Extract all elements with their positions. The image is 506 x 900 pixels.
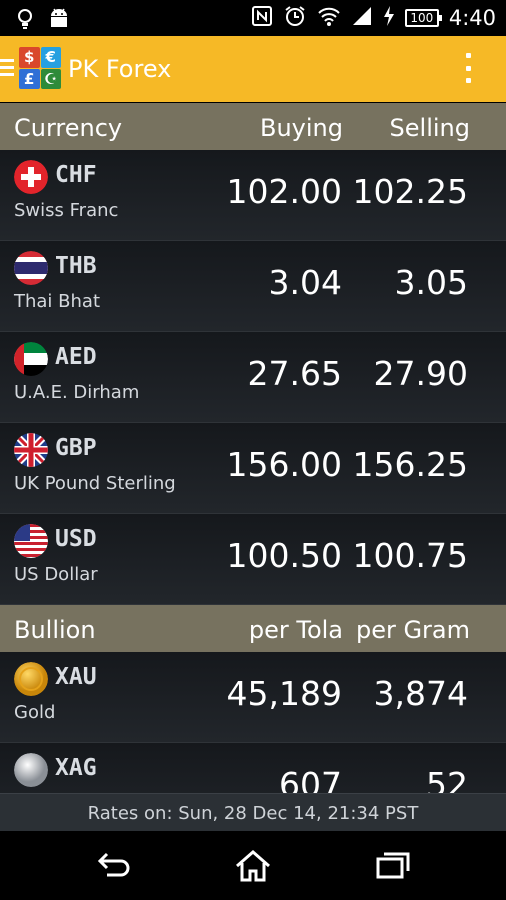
currency-name: Thai Bhat	[14, 291, 101, 312]
per-gram-header: per Gram	[355, 616, 470, 644]
gb-flag-icon	[14, 433, 48, 467]
charging-icon	[383, 5, 395, 31]
buy-rate: 27.65	[247, 354, 342, 393]
sell-rate: 156.25	[352, 445, 468, 484]
home-icon[interactable]	[233, 849, 273, 883]
rates-timestamp: Rates on: Sun, 28 Dec 14, 21:34 PST	[87, 803, 419, 824]
sell-rate: 27.90	[373, 354, 468, 393]
th-flag-icon	[14, 251, 48, 285]
logo-dollar: $	[19, 47, 40, 68]
status-time: 4:40	[448, 6, 496, 30]
logo-pound: £	[19, 68, 40, 89]
sell-rate: 102.25	[352, 172, 468, 211]
battery-icon: 100	[404, 9, 442, 27]
per-tola-rate: 45,189	[226, 674, 342, 713]
buy-rate: 3.04	[268, 263, 342, 302]
gold-coin-icon	[14, 662, 48, 696]
lightbulb-icon	[16, 8, 34, 34]
app-logo[interactable]: $ € £ ☪	[19, 47, 61, 89]
status-bar: 100 4:40	[0, 0, 506, 36]
rates-footer: Rates on: Sun, 28 Dec 14, 21:34 PST	[0, 793, 506, 831]
currency-header-label: Currency	[14, 114, 123, 142]
currency-code: AED	[55, 344, 97, 370]
per-tola-rate: 607	[279, 765, 342, 793]
currency-name: UK Pound Sterling	[14, 473, 176, 494]
overflow-menu-icon[interactable]	[464, 53, 472, 83]
currency-list: CHF Swiss Franc 102.00 102.25 THB Thai B…	[0, 150, 506, 605]
signal-icon	[351, 5, 373, 31]
wifi-icon	[317, 5, 341, 31]
bullion-code: XAU	[55, 664, 97, 690]
app-bar: $ € £ ☪ PK Forex	[0, 36, 506, 102]
recent-apps-icon[interactable]	[374, 849, 414, 883]
per-gram-rate: 52	[426, 765, 468, 793]
currency-row-usd[interactable]: USD US Dollar 100.50 100.75	[0, 514, 506, 605]
currency-code: CHF	[55, 162, 97, 188]
currency-code: GBP	[55, 435, 97, 461]
currency-row-gbp[interactable]: GBP UK Pound Sterling 156.00 156.25	[0, 423, 506, 514]
ch-flag-icon	[14, 160, 48, 194]
buying-header: Buying	[260, 114, 343, 142]
bullion-row-xau[interactable]: XAU Gold 45,189 3,874	[0, 652, 506, 743]
logo-crescent: ☪	[40, 68, 61, 89]
currency-name: U.A.E. Dirham	[14, 382, 140, 403]
app-title: PK Forex	[68, 55, 172, 83]
navigation-bar	[0, 831, 506, 900]
silver-coin-icon	[14, 753, 48, 787]
per-gram-rate: 3,874	[373, 674, 468, 713]
buy-rate: 100.50	[226, 536, 342, 575]
bullion-list: XAU Gold 45,189 3,874 XAG 607 52	[0, 652, 506, 793]
selling-header: Selling	[389, 114, 470, 142]
buy-rate: 102.00	[226, 172, 342, 211]
buy-rate: 156.00	[226, 445, 342, 484]
currency-code: THB	[55, 253, 97, 279]
ae-flag-icon	[14, 342, 48, 376]
bullion-header: Bullion per Tola per Gram	[0, 605, 506, 652]
currency-row-chf[interactable]: CHF Swiss Franc 102.00 102.25	[0, 150, 506, 241]
alarm-icon	[283, 4, 307, 32]
sell-rate: 100.75	[352, 536, 468, 575]
per-tola-header: per Tola	[248, 616, 343, 644]
currency-name: US Dollar	[14, 564, 98, 585]
menu-icon[interactable]	[0, 59, 14, 77]
back-icon[interactable]	[93, 849, 133, 883]
bullion-header-label: Bullion	[14, 616, 96, 644]
currency-name: Swiss Franc	[14, 200, 119, 221]
bullion-name: Gold	[14, 702, 56, 723]
logo-euro: €	[40, 47, 61, 68]
nfc-icon	[251, 5, 273, 31]
currency-row-thb[interactable]: THB Thai Bhat 3.04 3.05	[0, 241, 506, 332]
currency-row-aed[interactable]: AED U.A.E. Dirham 27.65 27.90	[0, 332, 506, 423]
bullion-row-xag[interactable]: XAG 607 52	[0, 743, 506, 793]
us-flag-icon	[14, 524, 48, 558]
android-icon	[48, 7, 70, 35]
currency-header: Currency Buying Selling	[0, 103, 506, 150]
sell-rate: 3.05	[394, 263, 468, 302]
bullion-code: XAG	[55, 755, 97, 781]
currency-code: USD	[55, 526, 97, 552]
